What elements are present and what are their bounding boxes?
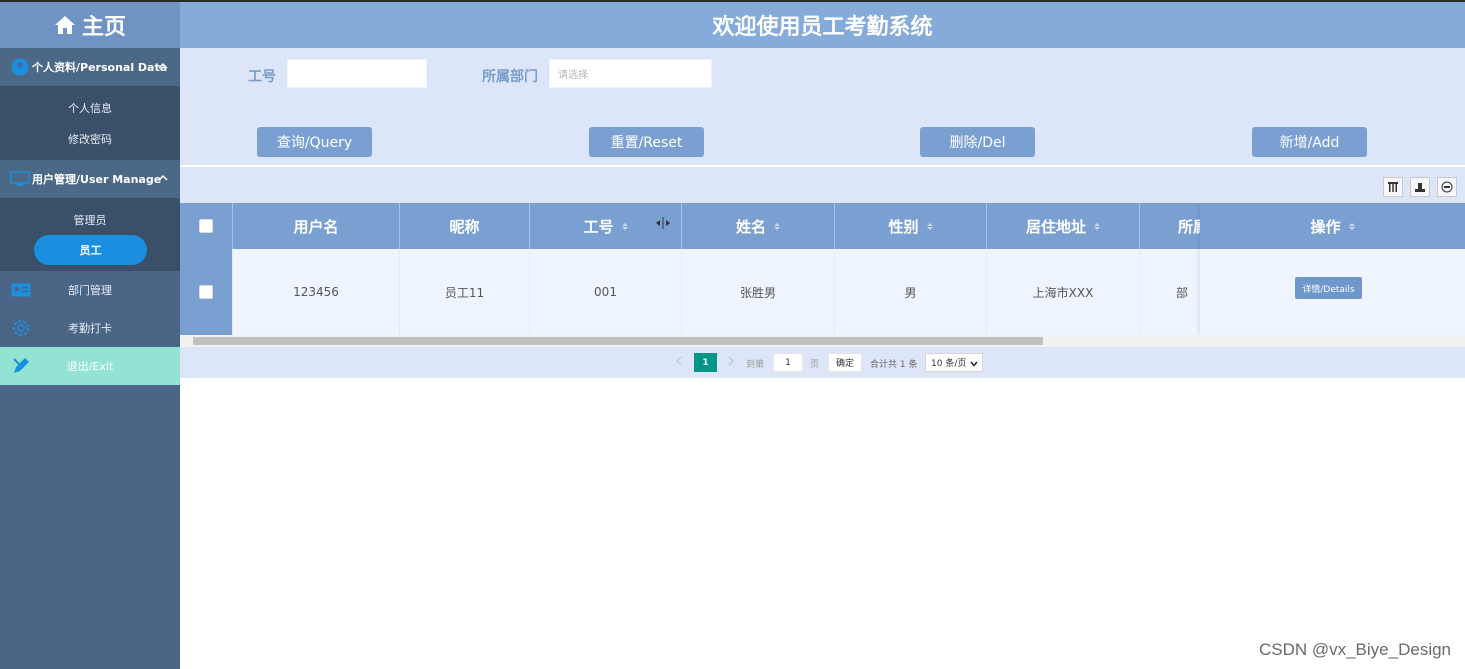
sidebar-group-user-manage[interactable]: 用户管理/User Manage xyxy=(0,160,180,198)
sort-icon[interactable] xyxy=(621,222,628,230)
select-all-cell xyxy=(180,203,233,249)
goto-page-input[interactable]: 1 xyxy=(773,353,803,372)
id-card-icon xyxy=(10,280,32,300)
query-button[interactable]: 查询/Query xyxy=(257,127,372,157)
row-select-cell xyxy=(180,249,233,335)
user-circle-icon xyxy=(10,57,30,77)
sidebar-item-department[interactable]: 部门管理 xyxy=(0,271,180,309)
sidebar: 主页 个人资料/Personal Data 个人信息 修改密码 用户管理/Use… xyxy=(0,2,180,669)
monitor-icon xyxy=(10,169,30,189)
brand-label: 主页 xyxy=(81,15,126,40)
print-icon[interactable] xyxy=(1437,177,1457,197)
column-header-nickname[interactable]: 昵称 xyxy=(400,203,530,249)
page-size-select[interactable]: 10 条/页 xyxy=(925,353,983,372)
home-brand[interactable]: 主页 xyxy=(0,2,180,48)
details-button[interactable]: 详情/Details xyxy=(1295,277,1362,299)
sidebar-item-admin[interactable]: 管理员 xyxy=(0,204,180,235)
column-header-name[interactable]: 姓名 xyxy=(682,203,835,249)
top-header: 欢迎使用员工考勤系统 xyxy=(180,2,1465,48)
column-header-username[interactable]: 用户名 xyxy=(233,203,400,249)
column-header-label: 用户名 xyxy=(293,217,339,236)
sidebar-group-personal-data[interactable]: 个人资料/Personal Data xyxy=(0,48,180,86)
column-header-label: 昵称 xyxy=(449,217,480,236)
pencil-ruler-icon xyxy=(10,356,32,376)
action-cell: 详情/Details xyxy=(1200,249,1465,335)
columns-filter-icon[interactable] xyxy=(1383,177,1403,197)
chevron-down-icon xyxy=(970,360,978,370)
column-header-label: 姓名 xyxy=(735,217,766,236)
page-title: 欢迎使用员工考勤系统 xyxy=(712,15,933,40)
pagination: 1 到第 1 页 确定 合计共 1 条 10 条/页 xyxy=(180,347,1465,378)
sidebar-group-personal-data-items: 个人信息 修改密码 xyxy=(0,86,180,160)
reset-button[interactable]: 重置/Reset xyxy=(589,127,704,157)
cell-nickname: 员工11 xyxy=(400,249,530,335)
column-header-label: 性别 xyxy=(888,217,919,236)
export-icon[interactable] xyxy=(1410,177,1430,197)
total-count: 合计共 1 条 xyxy=(870,360,918,370)
cell-name: 张胜男 xyxy=(682,249,835,335)
select-all-checkbox[interactable] xyxy=(199,219,213,233)
scrollbar-thumb[interactable] xyxy=(193,337,1043,345)
fixed-action-column: 操作 详情/Details xyxy=(1200,203,1465,335)
column-header-address[interactable]: 居住地址 xyxy=(987,203,1140,249)
column-header-label: 工号 xyxy=(583,217,614,236)
goto-label: 到第 xyxy=(746,360,765,370)
search-panel: 工号 所属部门 请选择 查询/Query 重置/Reset 删除/Del 新增/… xyxy=(180,48,1465,165)
delete-button[interactable]: 删除/Del xyxy=(920,127,1035,157)
chevron-up-icon xyxy=(158,60,168,73)
sort-icon[interactable] xyxy=(774,222,780,230)
column-header-label: 居住地址 xyxy=(1025,217,1086,236)
sort-icon[interactable] xyxy=(1094,222,1100,230)
department-select[interactable]: 请选择 xyxy=(549,59,712,88)
page-size-value: 10 条/页 xyxy=(931,359,967,369)
next-page-icon[interactable] xyxy=(728,356,735,366)
page-unit-label: 页 xyxy=(810,360,820,370)
department-label: 所属部门 xyxy=(482,69,538,85)
prev-page-icon[interactable] xyxy=(675,356,682,366)
sort-icon[interactable] xyxy=(926,222,933,230)
column-header-actions[interactable]: 操作 xyxy=(1200,203,1465,249)
sidebar-item-personal-info[interactable]: 个人信息 xyxy=(0,92,180,123)
job-no-input[interactable] xyxy=(287,59,427,88)
data-table: 用户名 昵称 工号 姓名 性别 居住地址 所属 123456 员工11 001 … xyxy=(180,203,1465,335)
column-header-label: 操作 xyxy=(1310,217,1341,236)
sort-icon[interactable] xyxy=(1348,222,1355,230)
sidebar-item-employee[interactable]: 员工 xyxy=(34,235,147,265)
column-header-gender[interactable]: 性别 xyxy=(835,203,987,249)
job-no-label: 工号 xyxy=(248,69,276,85)
table-toolbar xyxy=(180,166,1465,203)
watermark: CSDN @vx_Biye_Design xyxy=(1258,640,1451,659)
gear-icon xyxy=(10,318,32,338)
sidebar-item-change-password[interactable]: 修改密码 xyxy=(0,123,180,154)
home-icon xyxy=(54,15,76,35)
cell-job-no: 001 xyxy=(530,249,682,335)
sidebar-group-label: 用户管理/User Manage xyxy=(32,173,162,186)
sidebar-item-attendance[interactable]: 考勤打卡 xyxy=(0,309,180,347)
cell-address: 上海市XXX xyxy=(987,249,1140,335)
column-header-job-no[interactable]: 工号 xyxy=(530,203,682,249)
cell-username: 123456 xyxy=(233,249,400,335)
sidebar-group-label: 个人资料/Personal Data xyxy=(32,61,168,74)
column-resize-icon xyxy=(655,215,671,233)
horizontal-scrollbar[interactable] xyxy=(180,335,1465,353)
cell-gender: 男 xyxy=(835,249,987,335)
current-page[interactable]: 1 xyxy=(694,353,717,372)
goto-confirm-button[interactable]: 确定 xyxy=(828,353,862,372)
add-button[interactable]: 新增/Add xyxy=(1252,127,1367,157)
row-checkbox[interactable] xyxy=(199,285,213,299)
chevron-up-icon xyxy=(158,172,168,185)
sidebar-item-exit[interactable]: 退出/Exit xyxy=(0,347,180,385)
sidebar-group-user-manage-items: 管理员 员工 xyxy=(0,198,180,271)
